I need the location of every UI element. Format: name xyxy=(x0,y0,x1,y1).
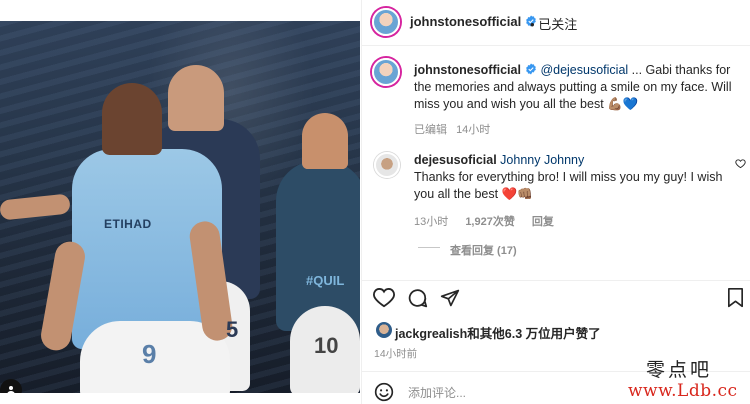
mention-link[interactable]: @dejesusoficial xyxy=(540,63,628,77)
emoji-smile-icon[interactable] xyxy=(374,382,394,402)
caption-text: johnstonesofficial @dejesusoficial ... G… xyxy=(414,62,732,113)
comment-author[interactable]: dejesusoficial xyxy=(414,153,497,167)
header-author[interactable]: johnstonesofficial xyxy=(410,14,537,29)
shorts-number: 10 xyxy=(314,333,339,358)
author-avatar[interactable] xyxy=(372,8,400,36)
comment-input[interactable]: 添加评论... xyxy=(408,384,466,401)
follow-status[interactable]: • 已关注 xyxy=(530,14,577,33)
shirt-sponsor-text: ETIHAD xyxy=(104,217,152,231)
comment-bubble-icon[interactable] xyxy=(407,288,428,309)
comment-reply-to[interactable]: Johnny Johnny xyxy=(500,153,584,167)
heart-icon[interactable] xyxy=(373,288,395,308)
comment-body: Thanks for everything bro! I will miss y… xyxy=(414,170,723,201)
player-jesus-head xyxy=(102,83,162,155)
bookmark-icon[interactable] xyxy=(727,288,744,308)
post-time[interactable]: 14小时前 xyxy=(374,346,417,361)
likes-summary[interactable]: jackgrealish和其他6.3 万位用户赞了 xyxy=(395,323,601,342)
watermark-url: www.Ldb.cc xyxy=(628,381,738,401)
caption-time[interactable]: 14小时 xyxy=(456,124,490,136)
edited-label: 已编辑 xyxy=(414,124,447,136)
share-arrow-icon[interactable] xyxy=(440,288,460,308)
player-stones-head xyxy=(168,65,224,131)
heart-icon[interactable] xyxy=(735,158,746,169)
banner-text: #QUIL xyxy=(306,273,345,288)
author-username[interactable]: johnstonesofficial xyxy=(410,14,521,29)
view-replies-button[interactable]: 查看回复 (17) xyxy=(450,242,517,258)
comment-meta: 13小时 1,927次赞 回复 xyxy=(414,213,554,229)
watermark-text: 零点吧 xyxy=(646,359,713,381)
comment-text: dejesusoficial Johnny Johnny Thanks for … xyxy=(414,152,724,203)
separator-dot: • xyxy=(530,17,535,32)
shorts-number: 9 xyxy=(142,339,157,369)
verified-badge-icon xyxy=(526,63,536,75)
player-silva-head xyxy=(302,113,348,169)
view-replies-line xyxy=(418,247,440,248)
caption-avatar[interactable] xyxy=(372,58,400,86)
liker-avatar[interactable] xyxy=(376,322,392,338)
actions-divider xyxy=(362,280,750,281)
post-photo[interactable]: ETIHAD 9 5 10 #QUIL xyxy=(0,21,360,393)
comment-time[interactable]: 13小时 xyxy=(414,216,448,228)
shorts-number: 5 xyxy=(226,317,239,342)
reply-button[interactable]: 回复 xyxy=(532,216,554,228)
caption-meta: 已编辑 14小时 xyxy=(414,121,490,137)
following-button[interactable]: 已关注 xyxy=(538,17,577,32)
player-silva-body xyxy=(276,161,360,331)
comment-likes[interactable]: 1,927次赞 xyxy=(465,216,515,228)
caption-author[interactable]: johnstonesofficial xyxy=(414,63,521,77)
header-divider xyxy=(362,45,750,46)
commenter-avatar[interactable] xyxy=(374,152,400,178)
